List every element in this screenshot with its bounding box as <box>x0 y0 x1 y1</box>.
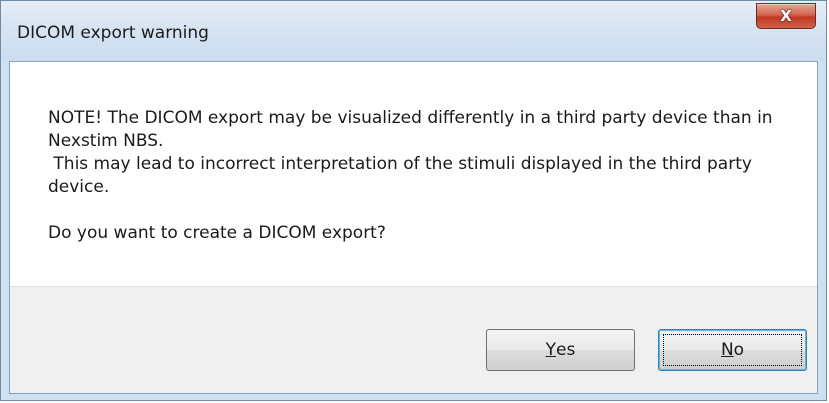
warning-message: NOTE! The DICOM export may be visualized… <box>48 107 788 245</box>
yes-label-rest: es <box>556 340 576 360</box>
message-question: Do you want to create a DICOM export? <box>48 223 386 243</box>
dialog-window: DICOM export warning X NOTE! The DICOM e… <box>0 0 827 401</box>
no-button[interactable]: No <box>658 329 807 371</box>
message-area: NOTE! The DICOM export may be visualized… <box>10 62 817 286</box>
title-bar[interactable]: DICOM export warning X <box>1 1 826 61</box>
dialog-title: DICOM export warning <box>17 23 209 43</box>
yes-button[interactable]: Yes <box>486 329 635 371</box>
close-button[interactable]: X <box>756 3 816 29</box>
dialog-body: NOTE! The DICOM export may be visualized… <box>9 61 818 394</box>
message-line-note: NOTE! The DICOM export may be visualized… <box>48 108 773 151</box>
button-bar: Yes No <box>10 286 817 393</box>
yes-mnemonic: Y <box>545 340 557 360</box>
message-line-consequence: This may lead to incorrect interpretatio… <box>48 154 758 197</box>
no-label-rest: o <box>733 340 745 360</box>
no-mnemonic: N <box>720 340 734 360</box>
close-icon: X <box>780 7 792 25</box>
